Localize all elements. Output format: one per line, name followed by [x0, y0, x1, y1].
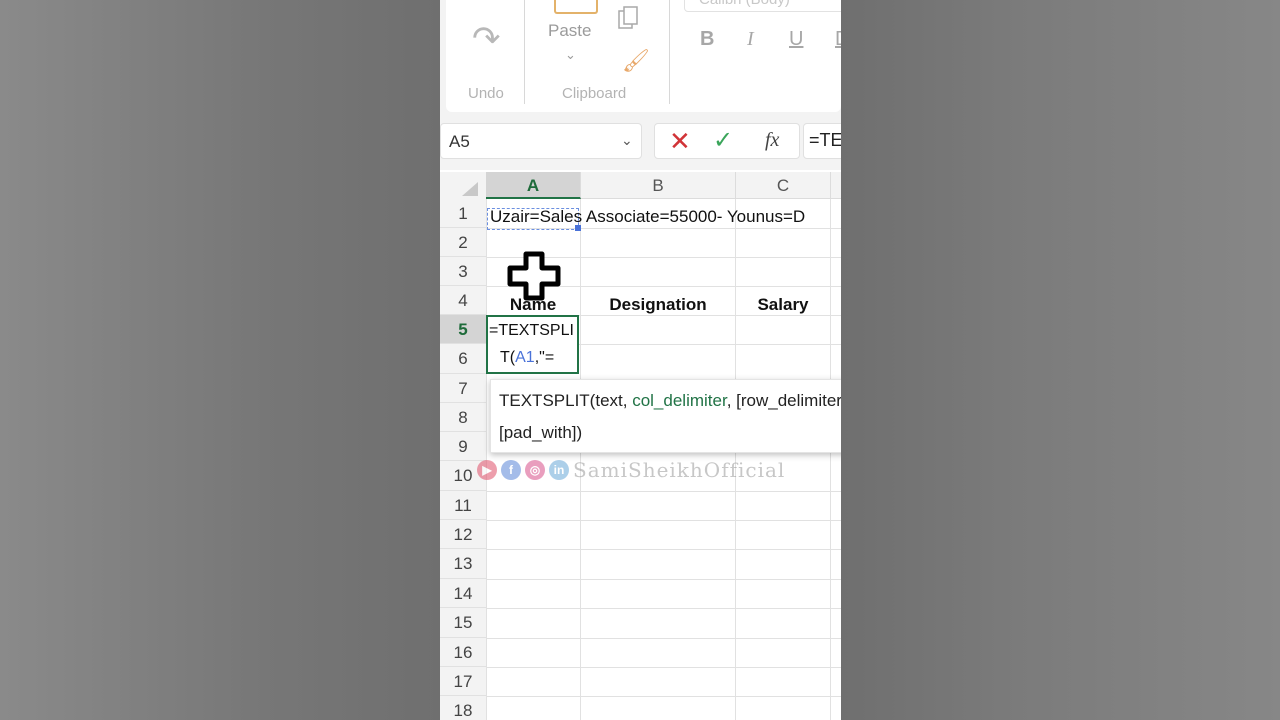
row-header[interactable]: 17 [440, 667, 486, 696]
gridline [486, 608, 841, 609]
linkedin-icon: in [549, 460, 569, 480]
row-header[interactable]: 3 [440, 257, 486, 286]
format-painter-icon[interactable]: 🖌 [622, 48, 650, 74]
cell-edit-line2: T(A1,"= [500, 349, 554, 367]
row-header[interactable]: 2 [440, 228, 486, 257]
gridline [486, 696, 841, 697]
formula-input[interactable]: =TE [803, 123, 841, 159]
double-underline-button[interactable]: D [835, 28, 841, 51]
row-header[interactable]: 13 [440, 549, 486, 579]
background-left [0, 0, 440, 720]
ribbon: ↷ Undo Paste ⌄ 🖌 Clipboard Calibri (Body… [440, 0, 841, 118]
watermark: ▶ f ◎ in SamiSheikhOfficial [477, 458, 786, 482]
column-header-b[interactable]: B [581, 172, 736, 199]
cell-edit-suffix: ,"= [534, 349, 555, 366]
cell-select-cursor-icon [507, 251, 561, 301]
cancel-icon[interactable]: ✕ [669, 127, 691, 155]
tooltip-signature-line2: [pad_with]) [499, 423, 583, 442]
tooltip-current-argument: col_delimiter [632, 391, 727, 410]
watermark-text: SamiSheikhOfficial [573, 458, 786, 482]
gridline [486, 549, 841, 550]
row-header[interactable]: 14 [440, 579, 486, 608]
gridline [830, 199, 831, 720]
row-header[interactable]: 12 [440, 520, 486, 549]
row-header[interactable]: 6 [440, 344, 486, 374]
redo-icon[interactable]: ↷ [472, 22, 501, 56]
row-header[interactable]: 7 [440, 374, 486, 403]
row-header[interactable]: 5 [440, 315, 486, 344]
excel-window: ↷ Undo Paste ⌄ 🖌 Clipboard Calibri (Body… [440, 0, 841, 720]
copy-icon[interactable] [618, 6, 638, 30]
cell-edit-reference: A1 [515, 349, 535, 366]
enter-check-icon[interactable]: ✓ [713, 127, 733, 155]
gridline [486, 491, 841, 492]
gridline [486, 520, 841, 521]
formula-buttons: ✕ ✓ fx [654, 123, 800, 159]
font-name-select[interactable]: Calibri (Body) [684, 0, 841, 12]
undo-group-label: Undo [468, 85, 504, 102]
row-header[interactable]: 9 [440, 432, 486, 461]
cell-edit-prefix: T( [500, 349, 516, 366]
ribbon-separator [669, 0, 670, 104]
insert-function-button[interactable]: fx [765, 129, 779, 152]
name-box-value: A5 [449, 132, 470, 151]
paste-button[interactable]: Paste [548, 21, 591, 41]
column-header-a[interactable]: A [486, 172, 581, 199]
function-tooltip[interactable]: TEXTSPLIT(text, col_delimiter, [row_deli… [490, 379, 841, 453]
background-right [841, 0, 1280, 720]
italic-button[interactable]: I [747, 28, 754, 51]
ribbon-panel: ↷ Undo Paste ⌄ 🖌 Clipboard Calibri (Body… [446, 0, 841, 112]
clipboard-group-label: Clipboard [562, 85, 627, 102]
row-header[interactable]: 8 [440, 403, 486, 432]
ribbon-separator [524, 0, 525, 104]
underline-button[interactable]: U [789, 28, 803, 51]
row-header[interactable]: 18 [440, 696, 486, 720]
instagram-icon: ◎ [525, 460, 545, 480]
name-box[interactable]: A5 ⌄ [440, 123, 642, 159]
youtube-icon: ▶ [477, 460, 497, 480]
tooltip-signature: TEXTSPLIT(text, col_delimiter, [row_deli… [499, 391, 841, 411]
chevron-down-icon[interactable]: ⌄ [621, 132, 633, 149]
paste-icon[interactable] [554, 0, 598, 14]
row-header[interactable]: 4 [440, 286, 486, 315]
tooltip-function[interactable]: TEXTSPLIT(text, [499, 391, 632, 410]
spreadsheet-grid: A B C 1 2 3 4 5 6 7 8 9 10 11 12 13 14 1… [440, 172, 841, 720]
cell-b4[interactable]: Designation [581, 295, 735, 315]
tooltip-remaining-args: , [row_delimiter] [726, 391, 841, 410]
row-header[interactable]: 11 [440, 491, 486, 520]
gridline [486, 579, 841, 580]
column-header-c[interactable]: C [736, 172, 831, 199]
cell-a1[interactable]: Uzair=Sales Associate=55000- Younus=D [490, 207, 805, 227]
cell-c4[interactable]: Salary [736, 295, 830, 315]
facebook-icon: f [501, 460, 521, 480]
column-header-d[interactable] [831, 172, 841, 199]
formula-bar: A5 ⌄ ✕ ✓ fx =TE [440, 118, 841, 170]
gridline [486, 667, 841, 668]
row-header[interactable]: 1 [440, 199, 486, 228]
select-all-button[interactable] [440, 172, 486, 199]
cell-edit-line1: =TEXTSPLI [489, 322, 574, 339]
bold-button[interactable]: B [700, 28, 714, 51]
gridline [486, 638, 841, 639]
chevron-down-icon[interactable]: ⌄ [565, 47, 576, 63]
row-header[interactable]: 16 [440, 638, 486, 667]
row-header[interactable]: 15 [440, 608, 486, 638]
